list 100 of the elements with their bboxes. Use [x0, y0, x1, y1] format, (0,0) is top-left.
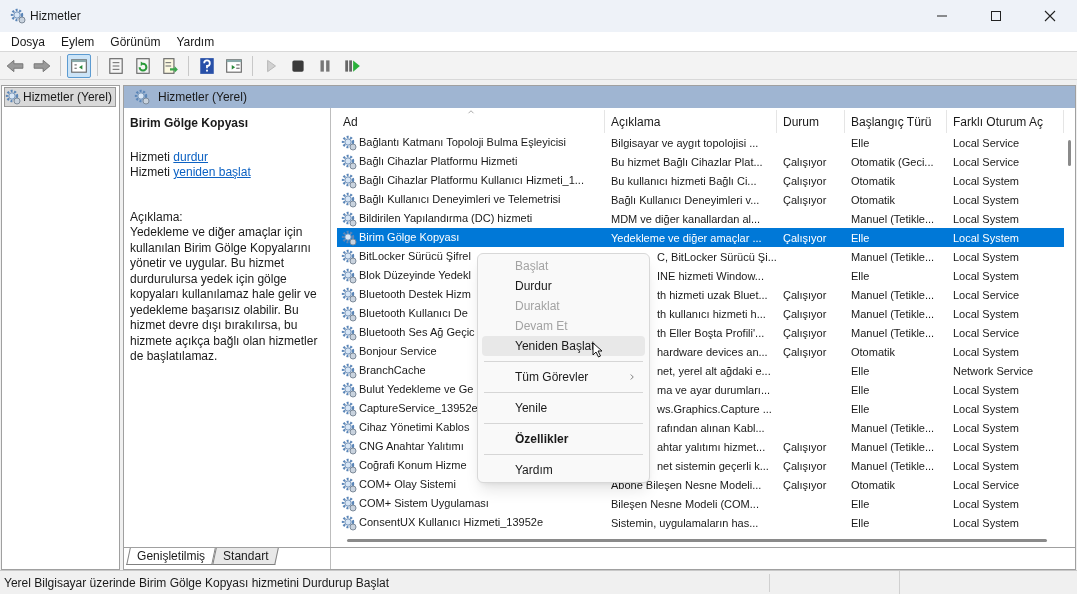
table-cell: rafından alınan Kabl...	[657, 421, 765, 434]
menu-item[interactable]: Yenile	[482, 398, 645, 418]
table-cell-text: Bağlı Kullanıcı Deneyimleri ve Telemetrisi	[359, 192, 561, 208]
table-cell: Çalışıyor	[783, 307, 827, 320]
table-cell: Çalışıyor	[783, 345, 827, 358]
gear-icon	[341, 362, 357, 379]
refresh-icon	[134, 56, 152, 75]
window-title: Hizmetler	[30, 8, 81, 25]
table-cell-text: Bonjour Service	[359, 344, 437, 360]
table-cell: Çalışıyor	[783, 478, 827, 491]
table-cell-text: ConsentUX Kullanıcı Hizmeti_13952e	[359, 515, 544, 531]
close-icon[interactable]	[1042, 8, 1058, 24]
gear-icon	[341, 457, 357, 474]
table-cell: Otomatik	[851, 193, 895, 206]
menu-item[interactable]: Eylem	[53, 32, 103, 51]
selected-row[interactable]: Birim Gölge Kopyası Yedekleme ve diğer amaçlar ... Çalışıyor Elle Local System	[337, 228, 1064, 247]
gear-icon	[341, 438, 357, 455]
menu-item[interactable]: Tüm Görevler	[482, 367, 645, 387]
column-header[interactable]: Durum	[777, 110, 845, 133]
table-cell: Elle	[851, 269, 870, 282]
gear-icon	[341, 324, 357, 341]
description-label: Açıklama:	[130, 209, 184, 225]
gear-icon	[134, 89, 150, 105]
table-cell: Manuel (Tetikle...	[851, 421, 935, 434]
description-text: Yedekleme ve diğer amaçlar için kullanılan Birim Gölge Kopyalarını yönetir ve uygular. Bu hizmet durdurulursa yedek için gölge kopyaları kullanılamaz hale gelir ve yedekleme başarısız olabilir. Bu hizmet devre dışı bırakılırsa, bu hizmete açıkça bağlı olan hizmetler de başlatılamaz.	[130, 225, 319, 365]
table-cell: Local Service	[953, 288, 1020, 301]
gear-icon	[341, 229, 357, 246]
table-cell: Çalışıyor	[783, 288, 827, 301]
menu-item[interactable]: Görünüm	[102, 32, 169, 51]
table-cell: Local System	[953, 497, 1020, 510]
gear-icon	[341, 267, 357, 284]
table-cell: Bağlı Kullanıcı Deneyimleri v...	[611, 193, 760, 206]
table-cell: Elle	[851, 136, 870, 149]
table-cell-text: COM+ Olay Sistemi	[359, 477, 456, 493]
gear-icon	[341, 305, 357, 322]
column-header[interactable]: Başlangıç Türü	[845, 110, 947, 133]
menu-item[interactable]: Yardım	[168, 32, 223, 51]
table-cell: net, yerel alt ağdaki e...	[657, 364, 771, 377]
scrollbar-thumb[interactable]	[1068, 140, 1071, 166]
gear-icon	[341, 343, 357, 360]
panel-button[interactable]	[67, 53, 91, 78]
status-text: Yerel Bilgisayar üzerinde Birim Gölge Kopyası hizmetini Durdurup Başlat	[0, 573, 770, 592]
table-cell: MDM ve diğer kanallardan al...	[611, 212, 761, 225]
table-cell-text: CaptureService_13952e	[359, 401, 478, 417]
column-header[interactable]: Açıklama	[605, 110, 777, 133]
table-cell-text: Bildirilen Yapılandırma (DC) hizmeti	[359, 211, 533, 227]
table-cell: hardware devices an...	[657, 345, 768, 358]
view-tab[interactable]: Genişletilmiş	[126, 548, 216, 565]
table-cell: Otomatik	[851, 174, 895, 187]
menu-item[interactable]: Durdur	[482, 276, 645, 296]
menu-item[interactable]: Özellikler	[482, 429, 645, 449]
table-cell: Manuel (Tetikle...	[851, 250, 935, 263]
table-cell: Elle	[851, 402, 870, 415]
table-cell: Çalışıyor	[783, 174, 827, 187]
menu-item[interactable]: Yeniden Başlat	[482, 336, 645, 356]
table-cell-text: Coğrafi Konum Hizme	[359, 458, 467, 474]
tree-item[interactable]: Hizmetler (Yerel)	[4, 87, 116, 107]
table-cell: Local System	[953, 345, 1020, 358]
table-cell: Elle	[851, 516, 870, 529]
table-cell: Manuel (Tetikle...	[851, 440, 935, 453]
table-cell: Elle	[851, 231, 870, 244]
service-title: Birim Gölge Kopyası	[130, 116, 250, 132]
table-cell: Yedekleme ve diğer amaçlar ...	[611, 231, 762, 244]
export-list-icon	[161, 56, 179, 75]
table-cell: Manuel (Tetikle...	[851, 288, 935, 301]
document-icon	[107, 56, 125, 75]
table-cell: Network Service	[953, 364, 1034, 377]
table-cell: ws.Graphics.Capture ...	[657, 402, 772, 415]
column-header[interactable]: Ad	[337, 110, 605, 133]
action-link[interactable]: yeniden başlat	[173, 165, 251, 179]
table-cell: Manuel (Tetikle...	[851, 307, 935, 320]
table-cell: Otomatik	[851, 478, 895, 491]
table-cell: Çalışıyor	[783, 459, 827, 472]
table-cell: Çalışıyor	[783, 193, 827, 206]
scrollbar-thumb[interactable]	[347, 538, 1047, 542]
table-cell: th kullanıcı hizmeti h...	[657, 307, 766, 320]
maximize-icon[interactable]	[988, 8, 1004, 24]
gear-icon	[341, 210, 357, 227]
menu-item[interactable]: Dosya	[3, 32, 53, 51]
table-cell: Bileşen Nesne Modeli (COM...	[611, 497, 759, 510]
table-cell: Local Service	[953, 136, 1020, 149]
table-cell-text: Bulut Yedekleme ve Ge	[359, 382, 474, 398]
table-cell: th Eller Boşta Profili'...	[657, 326, 765, 339]
menu-item[interactable]: Yardım	[482, 460, 645, 480]
table-cell: Elle	[851, 497, 870, 510]
table-cell: C, BitLocker Sürücü Şi...	[657, 250, 777, 263]
table-cell-text: Birim Gölge Kopyası	[359, 230, 460, 246]
table-cell: Local Service	[953, 478, 1020, 491]
table-cell-text: BitLocker Sürücü Şifrel	[359, 249, 471, 265]
table-cell: Çalışıyor	[783, 231, 827, 244]
column-header[interactable]: Farklı Oturum Aç	[947, 110, 1064, 133]
action-link[interactable]: durdur	[173, 149, 209, 164]
table-cell: Elle	[851, 364, 870, 377]
table-cell-text: COM+ Sistem Uygulaması	[359, 496, 489, 512]
table-cell: Bilgisayar ve aygıt topolojisi ...	[611, 136, 759, 149]
view-tab[interactable]: Standart	[212, 548, 280, 565]
table-cell: Local System	[953, 193, 1020, 206]
table-cell: Sistemin, uygulamaların has...	[611, 516, 759, 529]
table-cell-text: Bluetooth Ses Ağ Geçic	[359, 325, 475, 341]
table-cell: Local Service	[953, 155, 1020, 168]
